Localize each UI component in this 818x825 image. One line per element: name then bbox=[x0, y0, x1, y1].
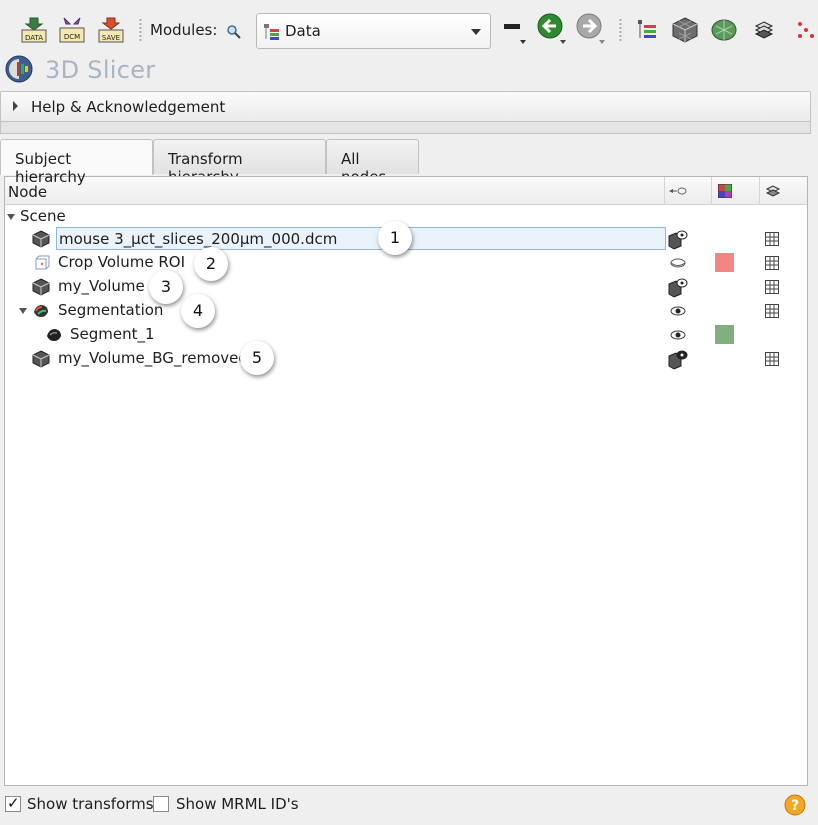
tree-row-segmentation[interactable]: Segmentation bbox=[5, 299, 807, 323]
tree-row-segment[interactable]: Segment_1 bbox=[5, 323, 807, 347]
transform-header-icon bbox=[765, 185, 781, 197]
eye-open-icon[interactable] bbox=[667, 324, 689, 346]
callout-marker: 2 bbox=[194, 247, 228, 281]
show-mrml-ids-checkbox[interactable] bbox=[153, 796, 169, 812]
svg-text:SAVE: SAVE bbox=[102, 34, 120, 42]
main-toolbar: DATA DCM SAVE Modules: Data bbox=[0, 6, 818, 50]
segmentation-icon bbox=[34, 305, 48, 317]
tab-label: Subject hierarchy bbox=[15, 150, 86, 186]
forward-button[interactable] bbox=[575, 12, 607, 44]
footer-options: ✓ Show transforms Show MRML ID's ? bbox=[0, 792, 818, 820]
svg-text:?: ? bbox=[791, 798, 799, 814]
node-name: my_Volume bbox=[58, 277, 145, 295]
transform-grid-icon[interactable] bbox=[765, 280, 779, 294]
forward-arrow-icon bbox=[576, 13, 605, 44]
module-selector[interactable]: Data bbox=[256, 13, 491, 49]
view-layout-icon bbox=[504, 24, 526, 44]
color-column-header[interactable] bbox=[712, 177, 760, 205]
callout-marker: 1 bbox=[378, 221, 412, 255]
show-transforms-label: Show transforms bbox=[27, 795, 154, 813]
transform-column-header[interactable] bbox=[760, 177, 807, 205]
models-button[interactable] bbox=[710, 16, 738, 44]
callout-marker: 3 bbox=[149, 270, 183, 304]
volume-icon bbox=[32, 350, 50, 368]
data-module-icon bbox=[264, 24, 279, 40]
color-header-icon bbox=[718, 184, 732, 198]
visibility-header-icon bbox=[669, 187, 687, 195]
node-name[interactable]: mouse 3_µct_slices_200µm_000.dcm bbox=[56, 227, 666, 250]
save-button[interactable]: SAVE bbox=[97, 16, 125, 44]
load-data-button[interactable]: DATA bbox=[20, 16, 48, 44]
collapsed-section-bar[interactable] bbox=[0, 121, 811, 134]
help-acknowledgement-label: Help & Acknowledgement bbox=[31, 98, 226, 116]
subject-hierarchy-button[interactable] bbox=[634, 16, 662, 44]
toolbar-separator bbox=[619, 18, 622, 42]
modules-label: Modules: bbox=[150, 21, 218, 39]
help-icon[interactable]: ? bbox=[784, 794, 806, 816]
callout-marker: 5 bbox=[240, 341, 274, 375]
segment-editor-icon bbox=[754, 21, 774, 39]
volume-visibility-icon[interactable] bbox=[667, 228, 689, 250]
transform-grid-icon[interactable] bbox=[765, 256, 779, 270]
dicom-button[interactable]: DCM bbox=[58, 16, 86, 44]
markups-icon bbox=[798, 22, 814, 38]
expand-arrow-icon[interactable] bbox=[19, 308, 27, 314]
svg-text:DATA: DATA bbox=[25, 34, 43, 42]
volume-visibility-icon[interactable] bbox=[667, 276, 689, 298]
segment-icon bbox=[47, 329, 61, 341]
node-name: Segmentation bbox=[58, 301, 164, 319]
node-column-header[interactable]: Node bbox=[5, 177, 665, 205]
subject-hierarchy-icon bbox=[638, 20, 656, 38]
models-icon bbox=[711, 19, 737, 41]
dicom-icon: DCM bbox=[59, 17, 85, 43]
node-name: Crop Volume ROI bbox=[58, 253, 185, 271]
tree-row-volume-bg-removed[interactable]: my_Volume_BG_removed bbox=[5, 347, 807, 371]
view-layout-button[interactable] bbox=[500, 18, 528, 46]
toolbar-separator bbox=[139, 18, 142, 42]
slicer-logo-icon bbox=[5, 55, 33, 83]
help-acknowledgement-section[interactable]: Help & Acknowledgement bbox=[0, 91, 811, 122]
node-name: Segment_1 bbox=[70, 325, 155, 343]
volume-rendering-button[interactable] bbox=[671, 16, 699, 44]
volume-icon bbox=[32, 278, 50, 296]
checkmark-icon: ✓ bbox=[7, 794, 20, 812]
transform-grid-icon[interactable] bbox=[765, 352, 779, 366]
volume-icon bbox=[32, 230, 50, 248]
segment-editor-button[interactable] bbox=[752, 16, 780, 44]
node-name: Scene bbox=[20, 207, 66, 225]
chevron-down-icon bbox=[471, 29, 481, 35]
color-swatch[interactable] bbox=[715, 253, 734, 272]
tree-row-my-volume[interactable]: my_Volume bbox=[5, 275, 807, 299]
transform-grid-icon[interactable] bbox=[765, 304, 779, 318]
markups-button[interactable] bbox=[792, 16, 818, 44]
subject-hierarchy-tree[interactable]: Node Scene mouse 3_µct_slices_200µm_000.… bbox=[4, 176, 808, 786]
show-transforms-checkbox[interactable]: ✓ bbox=[5, 794, 21, 812]
chevron-right-icon bbox=[13, 101, 18, 111]
load-data-icon: DATA bbox=[21, 17, 47, 43]
svg-text:DCM: DCM bbox=[64, 33, 80, 41]
app-title: 3D Slicer bbox=[45, 56, 156, 84]
show-mrml-ids-label: Show MRML ID's bbox=[176, 795, 299, 813]
tab-subject-hierarchy[interactable]: Subject hierarchy bbox=[0, 139, 153, 186]
tree-header: Node bbox=[5, 177, 807, 205]
tab-transform-hierarchy[interactable]: Transform hierarchy bbox=[153, 139, 326, 186]
back-button[interactable] bbox=[536, 12, 568, 44]
back-arrow-icon bbox=[537, 13, 566, 44]
callout-marker: 4 bbox=[181, 294, 215, 328]
search-icon[interactable] bbox=[226, 24, 242, 40]
visibility-column-header[interactable] bbox=[665, 177, 712, 205]
eye-closed-icon[interactable] bbox=[667, 252, 689, 274]
transform-grid-icon[interactable] bbox=[765, 232, 779, 246]
roi-icon bbox=[35, 255, 50, 270]
node-name: my_Volume_BG_removed bbox=[58, 349, 248, 367]
volume-visibility-icon[interactable] bbox=[667, 348, 689, 370]
tab-all-nodes[interactable]: All nodes bbox=[326, 139, 419, 186]
save-icon: SAVE bbox=[98, 17, 124, 43]
eye-open-icon[interactable] bbox=[667, 300, 689, 322]
tree-row-roi[interactable]: Crop Volume ROI bbox=[5, 251, 807, 275]
expand-arrow-icon[interactable] bbox=[7, 214, 15, 220]
color-swatch[interactable] bbox=[715, 325, 734, 344]
module-selected-text: Data bbox=[285, 22, 321, 40]
volume-rendering-icon bbox=[672, 17, 698, 43]
